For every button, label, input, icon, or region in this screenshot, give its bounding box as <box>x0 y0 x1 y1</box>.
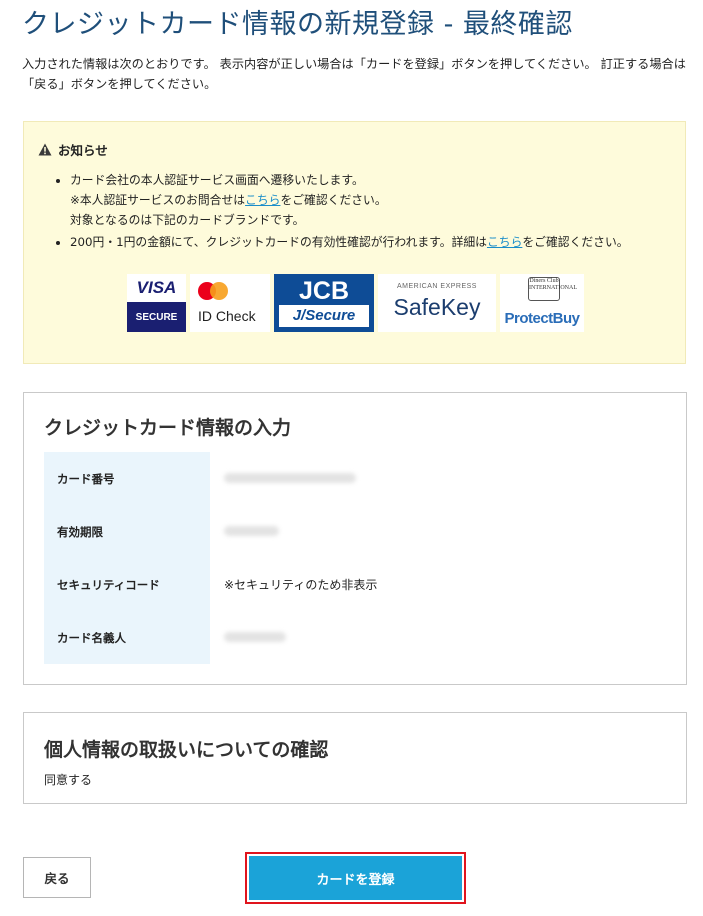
notice-list: カード会社の本人認証サービス画面へ遷移いたします。 ※本人認証サービスのお問合せ… <box>48 170 690 254</box>
notice-item2-prefix: 200円・1円の金額にて、クレジットカードの有効性確認が行われます。詳細は <box>70 235 487 249</box>
card-info-title: クレジットカード情報の入力 <box>44 417 292 439</box>
warning-triangle-icon <box>38 143 52 156</box>
back-button[interactable]: 戻る <box>23 857 91 898</box>
table-row: 有効期限 <box>44 505 667 558</box>
notice-item1-line2-suffix: をご確認ください。 <box>280 193 387 207</box>
amex-small-text: AMERICAN EXPRESS <box>397 283 477 290</box>
expiry-label: 有効期限 <box>44 505 210 558</box>
card-number-value <box>210 452 667 505</box>
security-code-label: セキュリティコード <box>44 558 210 611</box>
notice-header: お知らせ <box>38 140 108 159</box>
notice-title: お知らせ <box>58 143 108 158</box>
visa-secure-text: SECURE <box>127 302 186 332</box>
expiry-value <box>210 505 667 558</box>
security-code-value: ※セキュリティのため非表示 <box>224 578 378 592</box>
notice-item1-line2-prefix: ※本人認証サービスのお問合せは <box>70 193 246 207</box>
masked-card-number <box>224 472 356 483</box>
diners-protectbuy-logo: Diners Club INTERNATIONAL ProtectBuy <box>500 274 584 332</box>
privacy-panel: 個人情報の取扱いについての確認 同意する <box>23 712 687 804</box>
visa-secure-logo: VISA SECURE <box>127 274 186 332</box>
table-row: カード名義人 <box>44 611 667 664</box>
card-number-label: カード番号 <box>44 452 210 505</box>
cardholder-value <box>210 611 667 664</box>
notice-item-redirect: カード会社の本人認証サービス画面へ遷移いたします。 ※本人認証サービスのお問合せ… <box>70 170 690 230</box>
inquiry-link[interactable]: こちら <box>245 193 280 207</box>
amex-safekey-logo: AMERICAN EXPRESS SafeKey <box>378 274 496 332</box>
jcb-jsecure-logo: JCB J/Secure <box>274 274 374 332</box>
page-title: クレジットカード情報の新規登録 - 最終確認 <box>22 9 573 40</box>
notice-item1-line1: カード会社の本人認証サービス画面へ遷移いたします。 <box>70 173 364 187</box>
notice-item1-line3: 対象となるのは下記のカードブランドです。 <box>70 213 305 227</box>
card-brand-logos: VISA SECURE ID Check JCB J/Secure AMERIC… <box>127 274 584 332</box>
jcb-logo-text: JCB <box>298 277 349 305</box>
masked-expiry <box>224 525 279 536</box>
mastercard-id-check-text: ID Check <box>198 308 256 324</box>
cardholder-label: カード名義人 <box>44 611 210 664</box>
notice-item2-suffix: をご確認ください。 <box>522 235 629 249</box>
notice-item-validation: 200円・1円の金額にて、クレジットカードの有効性確認が行われます。詳細はこちら… <box>70 232 690 252</box>
diners-protectbuy-text: ProtectBuy <box>504 310 580 327</box>
table-row: カード番号 <box>44 452 667 505</box>
mastercard-orange-circle-icon <box>210 282 228 300</box>
card-info-panel: クレジットカード情報の入力 カード番号 有効期限 セキュリティコード ※セキュリ… <box>23 392 687 685</box>
mastercard-id-check-logo: ID Check <box>190 274 270 332</box>
privacy-title: 個人情報の取扱いについての確認 <box>44 739 329 761</box>
details-link[interactable]: こちら <box>487 235 522 249</box>
notice-box: お知らせ カード会社の本人認証サービス画面へ遷移いたします。 ※本人認証サービス… <box>23 121 686 364</box>
amex-safekey-text: SafeKey <box>393 294 481 320</box>
intro-text: 入力された情報は次のとおりです。 表示内容が正しい場合は「カードを登録」ボタンを… <box>22 57 686 91</box>
table-row: セキュリティコード ※セキュリティのため非表示 <box>44 558 667 611</box>
register-card-button[interactable]: カードを登録 <box>249 856 462 900</box>
jcb-jsecure-text: J/Secure <box>279 305 369 327</box>
card-info-table: カード番号 有効期限 セキュリティコード ※セキュリティのため非表示 カード名義… <box>44 452 667 664</box>
diners-club-logo: Diners Club INTERNATIONAL <box>528 277 577 301</box>
privacy-consent-value: 同意する <box>44 773 93 787</box>
masked-cardholder <box>224 631 286 642</box>
visa-logo-text: VISA <box>127 274 186 302</box>
